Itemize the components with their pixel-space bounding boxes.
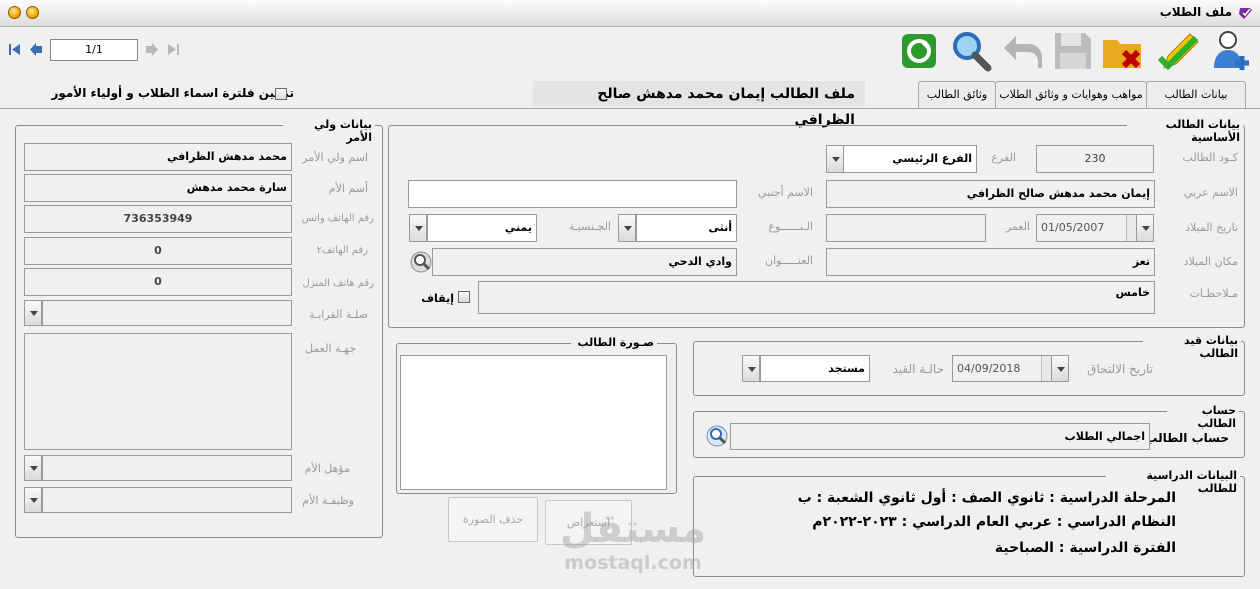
notes-label: مـلاحظـات — [1189, 287, 1238, 300]
title-bar — [0, 0, 1260, 27]
arabic-name-label: الاسم عربي — [1183, 186, 1238, 199]
status-dropdown-icon[interactable] — [742, 355, 760, 382]
home-phone-label: رقم هاتف المنزل — [302, 278, 374, 289]
address-field[interactable]: وادي الدحي — [432, 248, 737, 276]
mother-job-select[interactable] — [42, 487, 292, 513]
mother-qualification-dropdown-icon[interactable] — [24, 455, 42, 481]
minimize-window-button[interactable] — [26, 6, 39, 19]
stop-checkbox[interactable] — [458, 291, 470, 303]
mother-job-label: وظيفـة الأم — [302, 494, 354, 507]
branch-dropdown-icon[interactable] — [826, 145, 844, 173]
birth-date-label: تاريخ الميلاد — [1185, 221, 1238, 234]
birth-place-field[interactable]: تعز — [826, 248, 1155, 276]
photo-box[interactable] — [400, 355, 667, 490]
home-phone-field[interactable]: 0 — [24, 268, 292, 296]
edit-icon[interactable] — [1156, 28, 1202, 74]
relation-label: صلـة القرابـة — [309, 308, 368, 321]
account-search-icon[interactable] — [706, 425, 728, 447]
undo-icon[interactable] — [1000, 28, 1046, 74]
previous-record-icon[interactable] — [30, 43, 43, 56]
filter-checkbox[interactable] — [275, 88, 287, 100]
add-user-icon[interactable] — [1208, 28, 1254, 74]
next-record-icon[interactable] — [145, 43, 158, 56]
gender-select[interactable]: أنثى — [636, 214, 737, 242]
window-title: ملف الطلاب — [1159, 5, 1232, 19]
tab-student-documents[interactable]: وثائق الطالب — [918, 81, 996, 108]
account-field[interactable]: اجمالي الطلاب — [730, 423, 1150, 450]
account-label: حساب الطالب — [1145, 431, 1229, 445]
whatsapp-field[interactable]: 736353949 — [24, 205, 292, 233]
delete-photo-button[interactable]: حذف الصورة — [448, 497, 538, 542]
age-label: العمر — [1005, 220, 1030, 233]
branch-label: الفرع — [991, 151, 1016, 164]
address-search-icon[interactable] — [410, 251, 432, 273]
birth-date-dropdown-icon[interactable] — [1136, 214, 1154, 242]
refresh-icon[interactable] — [896, 28, 942, 74]
student-code-field[interactable]: 230 — [1036, 145, 1154, 173]
notes-field[interactable]: خامس — [478, 281, 1155, 314]
mother-name-label: أسم الأم — [328, 182, 368, 195]
record-position: 1/1 — [50, 39, 138, 61]
watermark-latin: mostaql.com — [564, 552, 702, 574]
nationality-label: الجـنسيـة — [568, 220, 611, 233]
watermark-arabic: مستقل — [559, 506, 707, 552]
stop-label: إيقاف — [421, 292, 454, 305]
guardian-name-field[interactable]: محمد مدهش الظرافي — [24, 143, 292, 171]
student-code-label: كـود الطالب — [1182, 151, 1238, 164]
status-label: حالـة القيد — [892, 362, 944, 376]
nationality-select[interactable]: يمني — [427, 214, 537, 242]
work-field[interactable] — [24, 333, 292, 450]
mother-job-dropdown-icon[interactable] — [24, 487, 42, 513]
phone2-field[interactable]: 0 — [24, 237, 292, 265]
tab-student-data[interactable]: بيانات الطالب — [1146, 81, 1246, 108]
work-label: جهـة العمل — [305, 342, 356, 355]
save-icon[interactable] — [1050, 28, 1096, 74]
mother-qualification-select[interactable] — [42, 455, 292, 481]
nationality-dropdown-icon[interactable] — [409, 214, 427, 242]
status-select[interactable]: مستجد — [760, 355, 870, 382]
join-date-spinner[interactable] — [1041, 356, 1051, 381]
gender-dropdown-icon[interactable] — [618, 214, 636, 242]
gender-label: الـنــــــوع — [768, 220, 813, 233]
relation-select[interactable] — [42, 300, 292, 326]
age-field[interactable] — [826, 214, 986, 242]
photo-title: صـورة الطالب — [571, 336, 657, 349]
study-line-1: المرحلة الدراسية : ثانوي الصف : أول ثانو… — [797, 490, 1176, 506]
first-record-icon[interactable] — [8, 43, 21, 56]
relation-dropdown-icon[interactable] — [24, 300, 42, 326]
study-line-3: الفترة الدراسية : الصباحية — [994, 540, 1176, 556]
tab-divider — [0, 108, 1260, 109]
guardian-title: بيانات ولي الأمر — [283, 118, 375, 144]
join-date-label: تاريخ الالتحاق — [1087, 362, 1153, 376]
filter-label: تمكين فلترة اسماء الطلاب و أولياء الأمور — [51, 86, 294, 100]
foreign-name-label: الاسم أجنبي — [757, 186, 813, 199]
whatsapp-label: رقم الهاتف واتس — [301, 213, 374, 224]
study-line-2: النظام الدراسي : عربي العام الدراسي : ٢٠… — [812, 514, 1176, 530]
arabic-name-field[interactable]: إيمان محمد مدهش صالح الظرافي — [826, 180, 1155, 208]
tab-talents-documents[interactable]: مواهب وهوايات و وثائق الطلاب — [995, 81, 1147, 108]
branch-select[interactable]: الفرع الرئيسي — [843, 145, 977, 173]
search-icon[interactable] — [948, 28, 994, 74]
guardian-name-label: اسم ولي الأمر — [302, 151, 368, 164]
join-date-dropdown-icon[interactable] — [1051, 355, 1069, 382]
birth-date-spinner[interactable] — [1126, 215, 1136, 241]
close-window-button[interactable] — [8, 6, 21, 19]
account-title: حساب الطالب — [1167, 404, 1239, 430]
mother-name-field[interactable]: سارة محمد مدهش — [24, 174, 292, 202]
address-label: العنـــــوان — [765, 254, 813, 267]
student-file-header: ملف الطالب إيمان محمد مدهش صالح الظرافي — [533, 81, 865, 128]
mother-qualification-label: مؤهل الأم — [304, 462, 350, 475]
registration-title: بيانات قيد الطالب — [1143, 334, 1241, 360]
foreign-name-field[interactable] — [408, 180, 737, 208]
last-record-icon[interactable] — [167, 43, 180, 56]
delete-icon[interactable] — [1100, 28, 1146, 74]
app-icon — [1239, 8, 1252, 19]
phone2-label: رقم الهاتف٢ — [316, 245, 368, 256]
basic-data-title: بيانات الطالب الأساسية — [1127, 118, 1243, 144]
birth-place-label: مكان الميلاد — [1183, 255, 1238, 268]
